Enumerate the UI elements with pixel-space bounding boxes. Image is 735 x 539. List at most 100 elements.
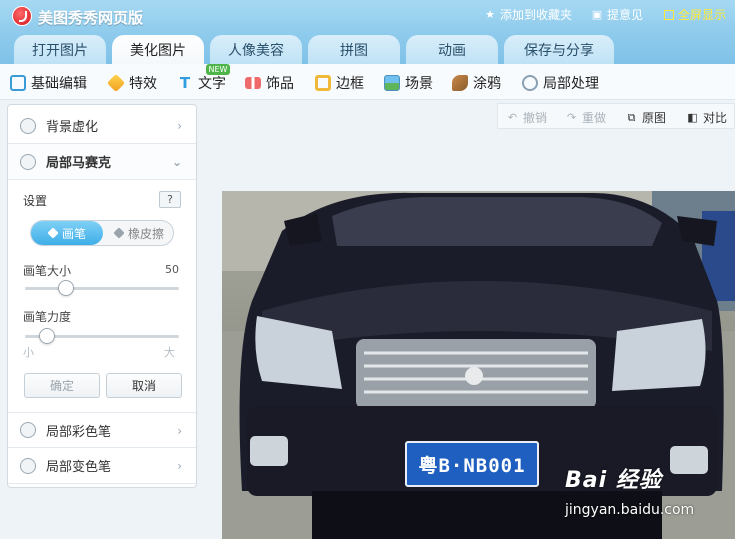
main-tab-bar: 打开图片 美化图片 人像美容 拼图 动画 保存与分享 bbox=[0, 33, 735, 64]
strength-min-label: 小 bbox=[23, 346, 34, 359]
pen-mode-label: 画笔 bbox=[61, 226, 86, 241]
tool-basic-edit[interactable]: 基础编辑 bbox=[10, 73, 87, 93]
brush-strength-slider-track[interactable] bbox=[25, 328, 179, 344]
strength-max-label: 大 bbox=[164, 346, 175, 359]
undo-button[interactable]: ↶ 撤销 bbox=[506, 109, 547, 126]
chevron-right-icon: › bbox=[177, 119, 182, 133]
recolor-pen-icon bbox=[20, 457, 36, 474]
tool-text[interactable]: T 文字 bbox=[177, 73, 226, 93]
brush-strength-slider-thumb[interactable] bbox=[39, 328, 55, 344]
pen-icon bbox=[47, 227, 59, 239]
pen-mode-button[interactable]: 画笔 bbox=[31, 221, 103, 245]
color-pen-icon bbox=[20, 422, 36, 438]
add-favorite-label: 添加到收藏夹 bbox=[500, 8, 573, 22]
eraser-mode-button[interactable]: 橡皮擦 bbox=[105, 221, 173, 245]
eraser-icon bbox=[113, 227, 125, 239]
canvas-toolbar: ↶ 撤销 ↷ 重做 ⧉ 原图 ◧ 对比 bbox=[497, 103, 735, 129]
chevron-right-icon: › bbox=[177, 424, 182, 438]
watermark-url: jingyan.baidu.com bbox=[565, 502, 695, 518]
section-local-color-pen[interactable]: 局部彩色笔 › bbox=[8, 412, 196, 448]
tool-local-process-label: 局部处理 bbox=[543, 76, 599, 92]
confirm-button[interactable]: 确定 bbox=[24, 373, 100, 398]
brush-size-label: 画笔大小 bbox=[23, 264, 72, 278]
section-local-recolor-pen-label: 局部变色笔 bbox=[46, 460, 112, 475]
section-local-mosaic[interactable]: 局部马赛克 ⌄ bbox=[8, 144, 196, 180]
new-badge: NEW bbox=[206, 64, 230, 75]
section-background-blur[interactable]: 背景虚化 › bbox=[8, 108, 196, 144]
fullscreen-link[interactable]: 全屏显示 bbox=[664, 6, 726, 23]
tool-local-process[interactable]: 局部处理 bbox=[522, 73, 599, 93]
redo-button[interactable]: ↷ 重做 bbox=[565, 109, 606, 126]
frame-icon bbox=[315, 75, 331, 91]
brush-mode-toggle: 画笔 橡皮擦 bbox=[30, 220, 174, 246]
tool-scene[interactable]: 场景 bbox=[384, 73, 433, 93]
compare-label: 对比 bbox=[703, 111, 728, 125]
meitu-logo-icon bbox=[12, 6, 32, 26]
tab-portrait-beauty[interactable]: 人像美容 bbox=[210, 35, 302, 64]
help-button[interactable]: ? bbox=[159, 191, 181, 208]
effects-icon bbox=[106, 73, 126, 93]
tool-bar: 基础编辑 特效 T 文字 饰品 边框 场景 涂鸦 局部处理 bbox=[0, 64, 735, 100]
redo-label: 重做 bbox=[582, 111, 607, 125]
feedback-label: 提意见 bbox=[607, 8, 644, 22]
license-plate: 粤B·NB001 bbox=[405, 441, 539, 487]
tab-collage[interactable]: 拼图 bbox=[308, 35, 400, 64]
title-bar: 美图秀秀网页版 ★ 添加到收藏夹 ▣ 提意见 全屏显示 bbox=[0, 0, 735, 33]
license-plate-text: 粤B·NB001 bbox=[418, 454, 526, 477]
undo-label: 撤销 bbox=[523, 111, 548, 125]
compare-button[interactable]: ◧ 对比 bbox=[686, 109, 727, 126]
basic-edit-icon bbox=[10, 75, 26, 91]
eraser-mode-label: 橡皮擦 bbox=[127, 226, 164, 241]
tool-accessory[interactable]: 饰品 bbox=[245, 73, 294, 93]
tool-doodle[interactable]: 涂鸦 bbox=[452, 73, 501, 93]
fullscreen-label: 全屏显示 bbox=[678, 8, 727, 22]
brush-size-value: 50 bbox=[165, 263, 179, 276]
original-button[interactable]: ⧉ 原图 bbox=[625, 109, 666, 126]
brush-size-slider-track[interactable] bbox=[25, 280, 179, 296]
settings-label: 设置 bbox=[23, 194, 48, 208]
star-icon: ★ bbox=[485, 7, 495, 21]
fullscreen-icon bbox=[664, 9, 674, 20]
accessory-icon bbox=[245, 77, 261, 89]
section-local-recolor-pen[interactable]: 局部变色笔 › bbox=[8, 448, 196, 484]
tab-open-image[interactable]: 打开图片 bbox=[14, 35, 106, 64]
brush-strength-label: 画笔力度 bbox=[23, 310, 72, 324]
local-process-icon bbox=[522, 75, 538, 91]
doodle-icon bbox=[452, 75, 468, 91]
undo-icon: ↶ bbox=[507, 111, 518, 124]
tool-effects[interactable]: 特效 bbox=[106, 73, 157, 93]
chevron-down-icon: ⌄ bbox=[171, 155, 182, 169]
compare-icon: ◧ bbox=[687, 111, 698, 124]
baidu-jingyan-watermark: Bai 经验 jingyan.baidu.com bbox=[565, 462, 694, 518]
tab-beautify-image[interactable]: 美化图片 bbox=[112, 35, 204, 64]
original-label: 原图 bbox=[642, 111, 667, 125]
text-icon: T bbox=[179, 74, 191, 92]
scene-icon bbox=[384, 75, 400, 91]
chevron-right-icon: › bbox=[177, 459, 182, 473]
tool-accessory-label: 饰品 bbox=[266, 76, 294, 92]
tab-animation[interactable]: 动画 bbox=[406, 35, 498, 64]
app-title: 美图秀秀网页版 bbox=[38, 9, 144, 27]
watermark-logo: Bai 经验 bbox=[565, 468, 662, 493]
section-background-blur-label: 背景虚化 bbox=[46, 120, 99, 135]
original-image-icon: ⧉ bbox=[627, 111, 636, 124]
section-local-color-pen-label: 局部彩色笔 bbox=[46, 424, 112, 440]
tool-frame-label: 边框 bbox=[336, 76, 364, 92]
local-process-panel: 背景虚化 › 局部马赛克 ⌄ 设置 ? 画笔 橡皮擦 画笔大小 50 画笔力度 … bbox=[7, 104, 197, 488]
tool-effects-label: 特效 bbox=[129, 76, 157, 92]
tool-text-label: 文字 bbox=[198, 76, 226, 92]
tool-doodle-label: 涂鸦 bbox=[473, 76, 501, 92]
mosaic-icon bbox=[20, 153, 36, 170]
cancel-button[interactable]: 取消 bbox=[106, 373, 182, 398]
section-local-mosaic-label: 局部马赛克 bbox=[46, 156, 112, 171]
brush-size-slider-thumb[interactable] bbox=[58, 280, 74, 296]
add-favorite-link[interactable]: ★ 添加到收藏夹 bbox=[484, 6, 572, 23]
feedback-link[interactable]: ▣ 提意见 bbox=[591, 6, 643, 23]
redo-icon: ↷ bbox=[566, 111, 577, 124]
background-blur-icon bbox=[20, 117, 36, 134]
tool-scene-label: 场景 bbox=[405, 76, 433, 92]
tool-frame[interactable]: 边框 bbox=[315, 73, 364, 93]
tool-basic-edit-label: 基础编辑 bbox=[31, 76, 87, 92]
chat-bubble-icon: ▣ bbox=[591, 7, 603, 21]
tab-save-share[interactable]: 保存与分享 bbox=[504, 35, 614, 64]
